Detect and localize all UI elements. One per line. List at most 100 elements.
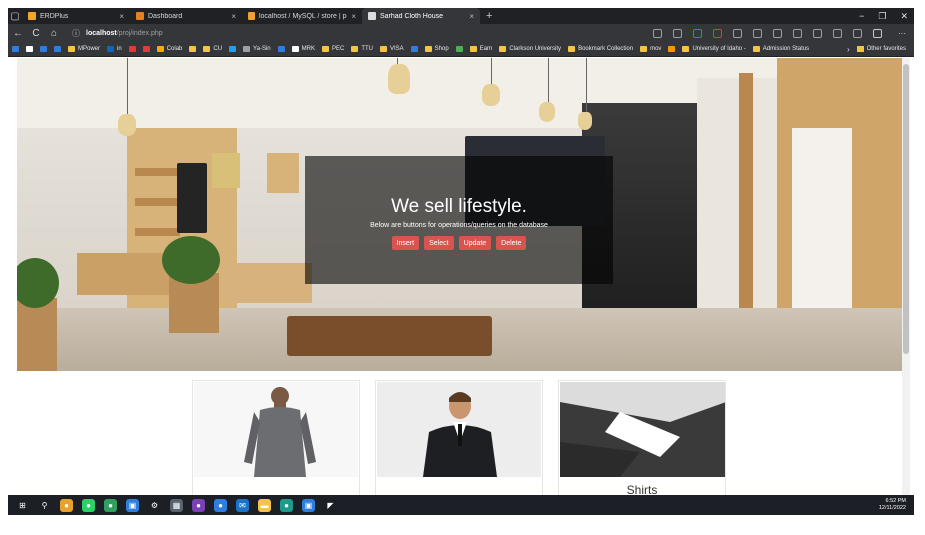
settings-icon[interactable]: ⚙: [148, 498, 161, 512]
page-scrollbar[interactable]: [902, 58, 910, 495]
tab-close-icon[interactable]: ×: [469, 12, 474, 21]
read-aloud-icon[interactable]: [653, 28, 662, 38]
file-explorer-icon[interactable]: ▬: [258, 498, 271, 512]
reload-button[interactable]: C: [30, 28, 42, 39]
bookmark-icon: [321, 46, 329, 52]
bookmark-item[interactable]: Admission Status: [752, 46, 809, 52]
bookmark-item[interactable]: [410, 46, 418, 52]
bookmark-item[interactable]: [229, 46, 237, 52]
edge-icon[interactable]: ●: [280, 498, 293, 512]
product-card[interactable]: [192, 380, 360, 495]
app-green-icon[interactable]: ●: [104, 498, 117, 512]
new-tab-button[interactable]: +: [480, 10, 498, 22]
site-info-icon[interactable]: ⓘ: [72, 28, 80, 39]
games-icon[interactable]: [813, 28, 822, 38]
share-icon[interactable]: [833, 28, 842, 38]
bookmark-item[interactable]: Bookmark Collection: [568, 46, 633, 52]
vscode-icon[interactable]: ◤: [324, 498, 337, 512]
browser-tab[interactable]: localhost / MySQL / store | phpM ×: [242, 8, 362, 24]
bookmark-item[interactable]: Shop: [424, 46, 449, 52]
bookmark-item[interactable]: [128, 46, 136, 52]
bookmark-item[interactable]: TTU: [351, 46, 373, 52]
windows-start-icon[interactable]: ⊞: [16, 498, 29, 512]
bookmark-item[interactable]: [668, 46, 676, 52]
product-card[interactable]: Shirts: [558, 380, 726, 495]
bookmark-label: Colab: [166, 46, 183, 52]
bookmark-item[interactable]: [40, 46, 47, 52]
bookmark-item[interactable]: MPower: [68, 46, 100, 52]
clock-date: 12/11/2022: [878, 505, 906, 511]
browser-tab[interactable]: Sarhad Cloth House ×: [362, 8, 480, 24]
bookmark-icon: [455, 46, 463, 52]
bookmark-item[interactable]: VISA: [379, 46, 404, 52]
account-icon[interactable]: [853, 28, 862, 38]
other-favorites-label: Other favorites: [866, 46, 906, 52]
plant: [162, 236, 220, 284]
pendant-lamp: [388, 64, 410, 94]
bookmarks-overflow-button[interactable]: ›: [847, 45, 850, 54]
extension-red-icon[interactable]: [713, 28, 722, 38]
bookmark-label: Shop: [434, 46, 449, 52]
heart-icon[interactable]: [793, 28, 802, 38]
bookmark-item[interactable]: Ya-Sin: [243, 46, 271, 52]
restore-button[interactable]: ❐: [878, 11, 886, 22]
refresh-ext-icon[interactable]: [733, 28, 742, 38]
browser-tab[interactable]: ERDPlus ×: [22, 8, 130, 24]
bookmark-item[interactable]: University of Idaho -: [682, 46, 746, 52]
bookmark-item[interactable]: [277, 46, 285, 52]
tab-close-icon[interactable]: ×: [119, 12, 124, 21]
whatsapp-icon[interactable]: ●: [82, 498, 95, 512]
profile-avatar-icon[interactable]: [873, 28, 882, 38]
url-field[interactable]: ⓘ localhost/proj/index.php: [66, 26, 626, 40]
bookmark-item[interactable]: MRK: [291, 46, 315, 52]
back-wall: [697, 78, 777, 308]
bookmark-item[interactable]: [12, 46, 19, 52]
product-card[interactable]: [375, 380, 543, 495]
minimize-button[interactable]: −: [859, 11, 864, 22]
bookmark-icon: [640, 46, 648, 52]
bookmark-label: PEC: [331, 46, 345, 52]
photos-icon[interactable]: ▣: [126, 498, 139, 512]
bookmark-item[interactable]: Clarkson University: [499, 46, 561, 52]
bookmark-item[interactable]: PEC: [321, 46, 345, 52]
insert-button[interactable]: Insert: [391, 236, 420, 250]
extension-blue-icon[interactable]: [693, 28, 702, 38]
bookmark-item[interactable]: in: [107, 46, 122, 52]
bookmark-label: Earn: [479, 46, 493, 52]
back-button[interactable]: ←: [12, 28, 24, 39]
home-button[interactable]: ⌂: [48, 28, 60, 39]
app-purple-icon[interactable]: ●: [192, 498, 205, 512]
scrollbar-thumb[interactable]: [903, 64, 909, 354]
collections-icon[interactable]: [773, 28, 782, 38]
delete-button[interactable]: Delete: [496, 236, 527, 250]
window-controls: − ❐ ✕: [859, 11, 914, 22]
close-window-button[interactable]: ✕: [900, 11, 908, 22]
select-button[interactable]: Select: [424, 236, 454, 250]
other-favorites-folder[interactable]: Other favorites: [856, 46, 914, 52]
mail-icon[interactable]: ✉: [236, 498, 249, 512]
bookmark-item[interactable]: [26, 46, 33, 52]
search-icon[interactable]: ⚲: [38, 498, 51, 512]
bookmark-item[interactable]: [142, 46, 150, 52]
bookmark-item[interactable]: [455, 46, 463, 52]
tab-close-icon[interactable]: ×: [351, 12, 356, 21]
system-clock[interactable]: 6:52 PM 12/11/2022: [879, 498, 914, 512]
more-menu-button[interactable]: ···: [898, 29, 914, 38]
bookmark-item[interactable]: [54, 46, 61, 52]
bookmark-item[interactable]: mov: [640, 46, 661, 52]
update-button[interactable]: Update: [458, 236, 492, 250]
app-blue-icon[interactable]: ●: [214, 498, 227, 512]
app-window-icon[interactable]: ▣: [302, 498, 315, 512]
bookmark-item[interactable]: [189, 46, 197, 52]
bookmark-item[interactable]: Colab: [156, 46, 183, 52]
bookmark-item[interactable]: CU: [203, 46, 222, 52]
bookmark-item[interactable]: Earn: [469, 46, 493, 52]
pendant-cord: [491, 58, 492, 86]
calculator-icon[interactable]: ▦: [170, 498, 183, 512]
tab-close-icon[interactable]: ×: [231, 12, 236, 21]
translate-icon[interactable]: [673, 28, 682, 38]
window-menu-icon[interactable]: ▢: [8, 9, 22, 23]
browser-tab[interactable]: Dashboard ×: [130, 8, 242, 24]
favorites-icon[interactable]: [753, 28, 762, 38]
chrome-icon[interactable]: ●: [60, 498, 73, 512]
